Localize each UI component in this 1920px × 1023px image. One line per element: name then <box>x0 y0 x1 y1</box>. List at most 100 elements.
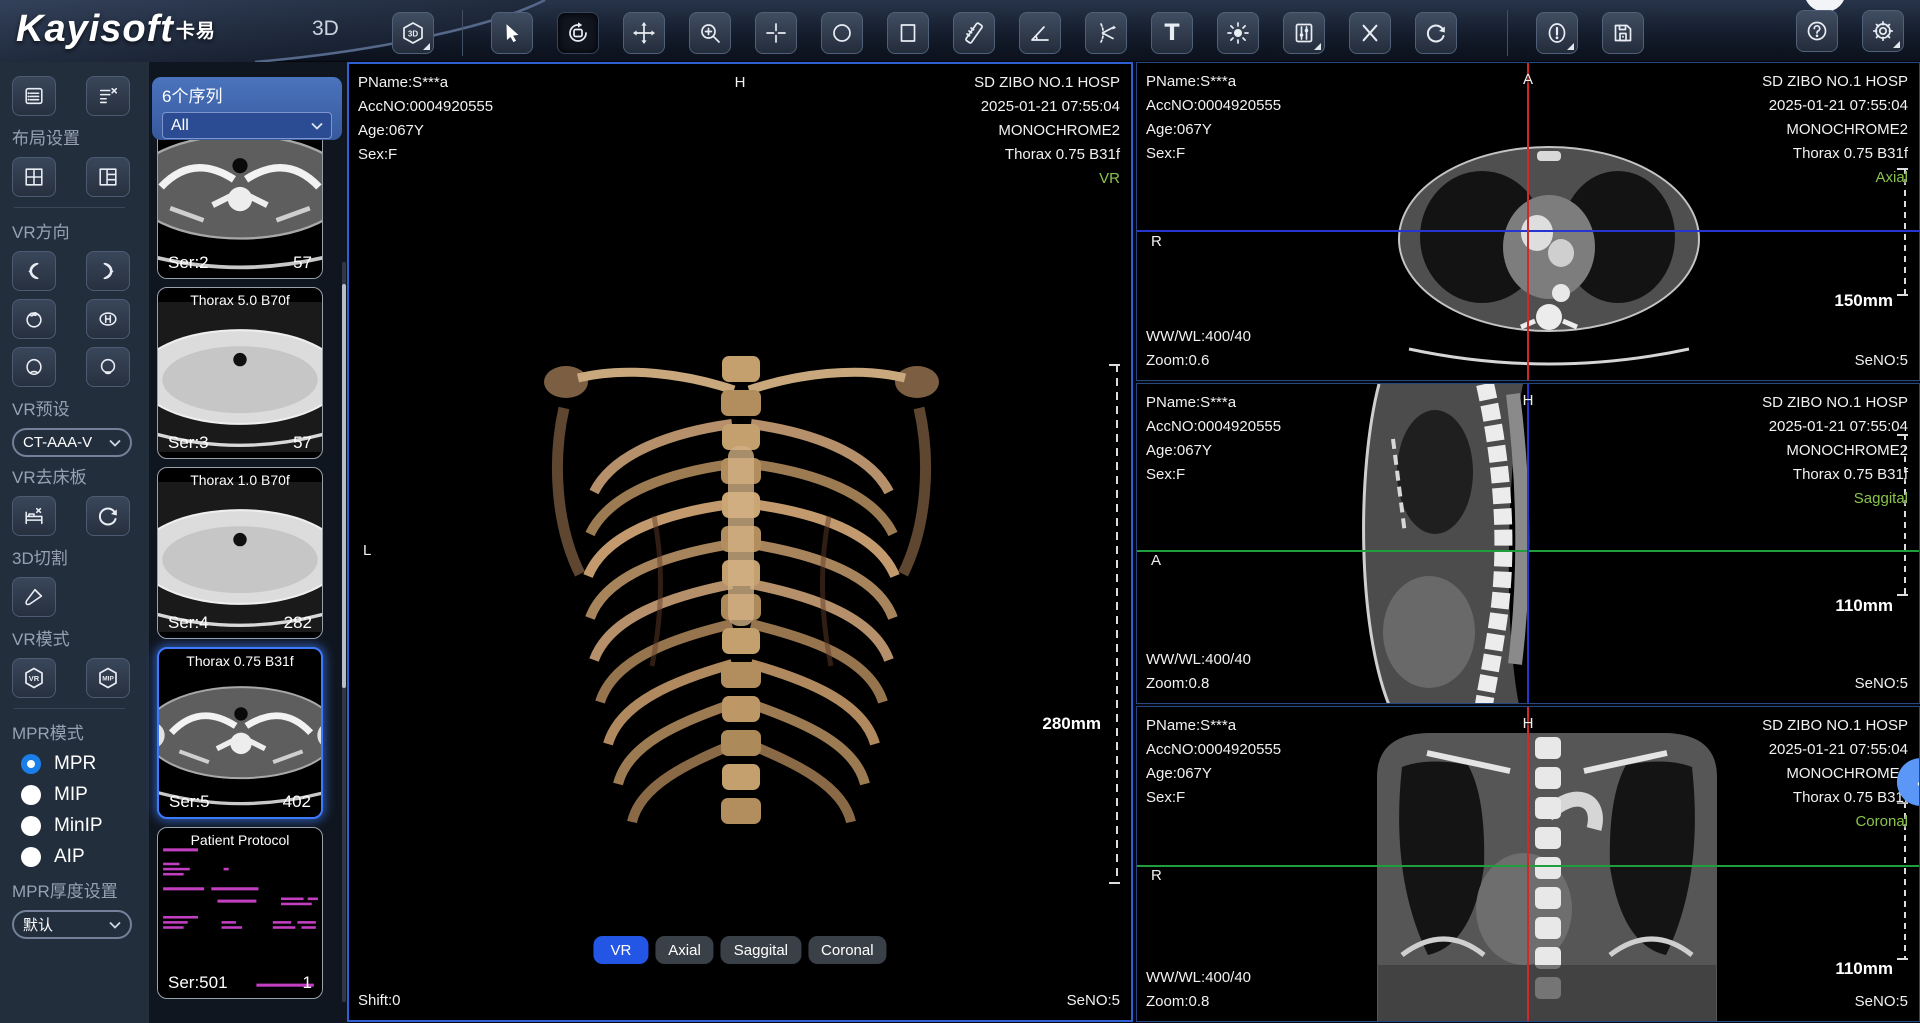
mode-button-saggital[interactable]: Saggital <box>721 936 801 964</box>
mode-button-vr[interactable]: VR <box>593 936 648 964</box>
clear-annotations-button[interactable] <box>1349 12 1391 54</box>
toolbar-separator <box>462 10 463 56</box>
alert-icon <box>1545 21 1569 45</box>
pan-tool-button[interactable] <box>623 12 665 54</box>
layout-split-button[interactable] <box>86 157 130 197</box>
viewport-coronal[interactable]: PName:S***a AccNO:0004920555 Age:067Y Se… <box>1136 706 1920 1022</box>
crosshair-tool-button[interactable] <box>755 12 797 54</box>
angle-tool-button[interactable] <box>1019 12 1061 54</box>
series-thumbnail[interactable]: Patient Protocol Ser:501 1 <box>157 827 323 999</box>
vr-head-superior-button[interactable] <box>12 299 56 339</box>
series-list: Ser:2 57 Thorax 5.0 B70f Ser:3 57 Thorax… <box>157 107 327 1007</box>
zoom-value: Zoom:0.6 <box>1146 349 1251 373</box>
series-title: Thorax 1.0 B70f <box>158 472 322 488</box>
series-title: Patient Protocol <box>158 832 322 848</box>
viewport-sagittal[interactable]: PName:S***a AccNO:0004920555 Age:067Y Se… <box>1136 383 1920 704</box>
reset-icon <box>1424 21 1448 45</box>
3d-cube-icon: 3D <box>401 21 425 45</box>
rect-tool-button[interactable] <box>887 12 929 54</box>
vr-head-anterior-button[interactable] <box>12 347 56 387</box>
patient-name: PName:S***a <box>358 71 493 95</box>
mpr-option-label: MinIP <box>54 815 103 837</box>
series-scrollbar-thumb[interactable] <box>342 284 346 688</box>
study-info-overlay: SD ZIBO NO.1 HOSP 2025-01-21 07:55:04 MO… <box>1762 70 1908 190</box>
vr-mode-vr-button[interactable]: VR <box>12 658 56 698</box>
patient-age: Age:067Y <box>358 119 493 143</box>
patient-age: Age:067Y <box>1146 762 1281 786</box>
text-tool-button[interactable]: T <box>1151 12 1193 54</box>
vr-mode-mip-button[interactable]: MIP <box>86 658 130 698</box>
mode-button-coronal[interactable]: Coronal <box>808 936 887 964</box>
cursor-tool-button[interactable] <box>491 12 533 54</box>
bed-reset-button[interactable] <box>86 496 130 536</box>
alert-info-button[interactable] <box>1536 12 1578 54</box>
series-thumbnail-selected[interactable]: Thorax 0.75 B31f Ser:5 402 <box>157 647 323 819</box>
mpr-option-mip[interactable]: MIP <box>12 784 149 806</box>
layout-grid-button[interactable] <box>12 157 56 197</box>
window-level-button[interactable] <box>1283 12 1325 54</box>
patient-age: Age:067Y <box>1146 118 1281 142</box>
photometric: MONOCHROME2 <box>1762 762 1908 786</box>
series-count-label: 6个序列 <box>162 82 332 107</box>
scale-ruler <box>1107 364 1121 884</box>
ellipse-tool-button[interactable] <box>821 12 863 54</box>
vr-preset-select[interactable]: CT-AAA-V <box>12 428 132 457</box>
reset-view-button[interactable] <box>1415 12 1457 54</box>
ruler-tool-button[interactable] <box>953 12 995 54</box>
cobb-angle-tool-button[interactable] <box>1085 12 1127 54</box>
view-type-label: VR <box>974 167 1120 191</box>
close-icon <box>1359 22 1381 44</box>
help-button[interactable] <box>1796 10 1838 52</box>
mode-button-axial[interactable]: Axial <box>655 936 714 964</box>
mpr-option-mpr[interactable]: MPR <box>12 753 149 775</box>
patient-accno: AccNO:0004920555 <box>1146 415 1281 439</box>
viewport-vr[interactable]: PName:S***a AccNO:0004920555 Age:067Y Se… <box>347 62 1133 1022</box>
svg-text:VR: VR <box>29 674 40 683</box>
layout-list-button[interactable] <box>12 76 56 116</box>
series-desc: Thorax 0.75 B31f <box>1762 142 1908 166</box>
layout-close-button[interactable] <box>86 76 130 116</box>
series-thumbnail[interactable]: Thorax 5.0 B70f Ser:3 57 <box>157 287 323 459</box>
vr-head-inferior-button[interactable] <box>86 299 130 339</box>
vr-head-left-button[interactable] <box>12 251 56 291</box>
rotate-3d-tool-button[interactable] <box>557 12 599 54</box>
cobb-angle-icon <box>1094 21 1118 45</box>
series-thumbnail[interactable]: Thorax 1.0 B70f Ser:4 282 <box>157 467 323 639</box>
crosshair-vertical-red[interactable] <box>1527 63 1529 380</box>
3d-cut-button[interactable] <box>12 577 56 617</box>
mpr-thickness-select[interactable]: 默认 <box>12 910 132 939</box>
wwwl-value: WW/WL:400/40 <box>1146 648 1251 672</box>
zoom-tool-button[interactable] <box>689 12 731 54</box>
orientation-marker-left: R <box>1151 867 1162 884</box>
sidebar-divider <box>14 207 125 208</box>
brightness-tool-button[interactable] <box>1217 12 1259 54</box>
vr-head-posterior-button[interactable] <box>86 347 130 387</box>
crosshair-vertical-blue[interactable] <box>1527 384 1529 703</box>
crosshair-vertical-red[interactable] <box>1527 707 1529 1021</box>
series-thumb-image <box>158 842 322 992</box>
view-type-label: Coronal <box>1762 810 1908 834</box>
3d-preset-button[interactable]: 3D <box>392 12 434 54</box>
mpr-option-label: MIP <box>54 784 88 806</box>
series-filter-select[interactable]: All <box>162 112 332 139</box>
patient-name: PName:S***a <box>1146 70 1281 94</box>
vr-head-right-button[interactable] <box>86 251 130 291</box>
series-desc: Thorax 0.75 B31f <box>974 143 1120 167</box>
reset-icon <box>96 504 120 528</box>
radio-icon <box>21 785 41 805</box>
save-button[interactable] <box>1602 12 1644 54</box>
wwwl-zoom-overlay: WW/WL:400/40 Zoom:0.8 <box>1146 966 1251 1014</box>
brightness-icon <box>1226 21 1250 45</box>
mpr-option-aip[interactable]: AIP <box>12 846 149 868</box>
wwwl-zoom-overlay: WW/WL:400/40 Zoom:0.8 <box>1146 648 1251 696</box>
mpr-option-minip[interactable]: MinIP <box>12 815 149 837</box>
series-thumb-image <box>158 302 322 452</box>
series-desc: Thorax 0.75 B31f <box>1762 786 1908 810</box>
radio-icon <box>21 847 41 867</box>
settings-button[interactable] <box>1862 10 1904 52</box>
orientation-marker-left: L <box>363 542 371 559</box>
viewport-axial[interactable]: PName:S***a AccNO:0004920555 Age:067Y Se… <box>1136 62 1920 381</box>
head-front-icon <box>23 356 45 378</box>
remove-bed-button[interactable] <box>12 496 56 536</box>
study-datetime: 2025-01-21 07:55:04 <box>1762 738 1908 762</box>
